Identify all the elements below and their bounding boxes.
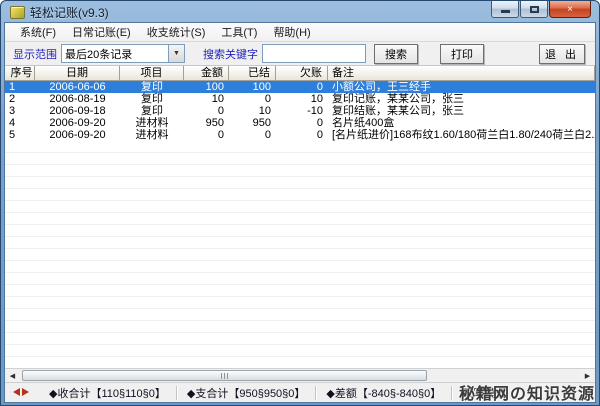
cell-date: 2006-06-06 (35, 81, 120, 93)
cell-remark: 复印结账，某某公司，张三 (328, 105, 595, 117)
menu-help[interactable]: 帮助(H) (265, 22, 318, 42)
cell-no: 3 (5, 105, 35, 117)
cell-item: 复印 (120, 105, 184, 117)
column-header-item[interactable]: 项目 (120, 66, 184, 81)
scrollbar-grip (221, 373, 222, 379)
app-icon[interactable] (10, 6, 25, 19)
cell-owed: 0 (276, 117, 328, 129)
menu-income-expense-stats[interactable]: 收支统计(S) (139, 22, 214, 42)
cell-amount: 950 (184, 117, 229, 129)
client-area: 系统(F) 日常记账(E) 收支统计(S) 工具(T) 帮助(H) 显示范围 最… (4, 22, 596, 403)
cell-owed: 0 (276, 81, 328, 93)
scope-label: 显示范围 (13, 46, 57, 62)
search-label: 搜索关键字 (203, 46, 258, 62)
status-bar: ◆收合计【110§110§0】 ◆支合计【950§950§0】 ◆差额【-840… (5, 382, 595, 402)
cell-amount: 0 (184, 129, 229, 141)
table-empty-area (5, 141, 595, 368)
column-header-settled[interactable]: 已结 (229, 66, 276, 81)
scope-dropdown-value: 最后20条记录 (65, 46, 132, 62)
exit-button[interactable]: 退 出 (539, 44, 585, 64)
close-icon: × (567, 4, 573, 15)
menu-bar: 系统(F) 日常记账(E) 收支统计(S) 工具(T) 帮助(H) (5, 23, 595, 42)
search-button[interactable]: 搜索 (374, 44, 418, 64)
column-header-no[interactable]: 序号 (5, 66, 35, 81)
column-header-amount[interactable]: 金额 (184, 66, 229, 81)
records-table: 序号 日期 项目 金额 已结 欠账 备注 1 2006-06-06 复印 100… (5, 65, 595, 368)
table-row[interactable]: 3 2006-09-18 复印 0 10 -10 复印结账，某某公司，张三 (5, 105, 595, 117)
title-bar: 轻松记账(v9.3) × (4, 1, 596, 22)
status-income-total: ◆收合计【110§110§0】 (39, 385, 176, 401)
close-button[interactable]: × (549, 1, 591, 18)
cell-no: 2 (5, 93, 35, 105)
window-title: 轻松记账(v9.3) (30, 4, 109, 21)
column-header-date[interactable]: 日期 (35, 66, 120, 81)
table-header: 序号 日期 项目 金额 已结 欠账 备注 (5, 66, 595, 81)
scrollbar-thumb[interactable] (22, 370, 427, 381)
status-difference: ◆差额【-840§-840§0】 (316, 385, 451, 401)
scroll-right-icon[interactable]: ▶ (580, 369, 595, 382)
cell-owed: 0 (276, 129, 328, 141)
cell-settled: 950 (229, 117, 276, 129)
cell-amount: 10 (184, 93, 229, 105)
scope-dropdown[interactable]: 最后20条记录 ▼ (61, 44, 185, 63)
cell-owed: -10 (276, 105, 328, 117)
menu-tools[interactable]: 工具(T) (213, 22, 265, 42)
horizontal-scrollbar[interactable]: ◀ ▶ (5, 368, 595, 382)
scroll-left-icon[interactable]: ◀ (5, 369, 20, 382)
cell-amount: 0 (184, 105, 229, 117)
cell-settled: 100 (229, 81, 276, 93)
print-button[interactable]: 打印 (440, 44, 484, 64)
cell-date: 2006-09-18 (35, 105, 120, 117)
search-input[interactable] (262, 44, 366, 63)
column-header-remark[interactable]: 备注 (328, 66, 595, 81)
cell-remark: [名片纸进价]168布纹1.60/180荷兰白1.80/240荷兰白2.20 (328, 129, 595, 141)
toolbar: 显示范围 最后20条记录 ▼ 搜索关键字 搜索 打印 退 出 (5, 42, 595, 65)
cell-no: 1 (5, 81, 35, 93)
status-mode: 改写模式 (452, 385, 516, 401)
cell-date: 2006-09-20 (35, 129, 120, 141)
chevron-down-icon[interactable]: ▼ (168, 45, 184, 62)
cell-item: 进材料 (120, 129, 184, 141)
maximize-icon (530, 6, 539, 13)
table-row[interactable]: 5 2006-09-20 进材料 0 0 0 [名片纸进价]168布纹1.60/… (5, 129, 595, 141)
table-row[interactable]: 2 2006-08-19 复印 10 0 10 复印记账，某某公司，张三 (5, 93, 595, 105)
column-header-owed[interactable]: 欠账 (276, 66, 328, 81)
status-expense-total: ◆支合计【950§950§0】 (177, 385, 316, 401)
cell-date: 2006-09-20 (35, 117, 120, 129)
cell-remark: 复印记账，某某公司，张三 (328, 93, 595, 105)
cell-no: 5 (5, 129, 35, 141)
cell-settled: 0 (229, 129, 276, 141)
cell-date: 2006-08-19 (35, 93, 120, 105)
cell-remark: 小额公司，王三经手 (328, 81, 595, 93)
app-window: 轻松记账(v9.3) × 系统(F) 日常记账(E) 收支统计(S) 工具(T)… (0, 0, 600, 406)
menu-daily-accounting[interactable]: 日常记账(E) (64, 22, 139, 42)
cell-remark: 名片纸400盒 (328, 117, 595, 129)
table-row[interactable]: 1 2006-06-06 复印 100 100 0 小额公司，王三经手 (5, 81, 595, 93)
minimize-icon (501, 10, 510, 13)
cell-amount: 100 (184, 81, 229, 93)
cell-owed: 10 (276, 93, 328, 105)
cell-item: 复印 (120, 81, 184, 93)
cell-settled: 10 (229, 105, 276, 117)
minimize-button[interactable] (491, 1, 519, 18)
cell-settled: 0 (229, 93, 276, 105)
cell-item: 进材料 (120, 117, 184, 129)
cell-no: 4 (5, 117, 35, 129)
window-controls: × (491, 1, 591, 18)
status-arrows-icon (13, 388, 29, 397)
menu-system[interactable]: 系统(F) (12, 22, 64, 42)
table-row[interactable]: 4 2006-09-20 进材料 950 950 0 名片纸400盒 (5, 117, 595, 129)
cell-item: 复印 (120, 93, 184, 105)
maximize-button[interactable] (520, 1, 548, 18)
